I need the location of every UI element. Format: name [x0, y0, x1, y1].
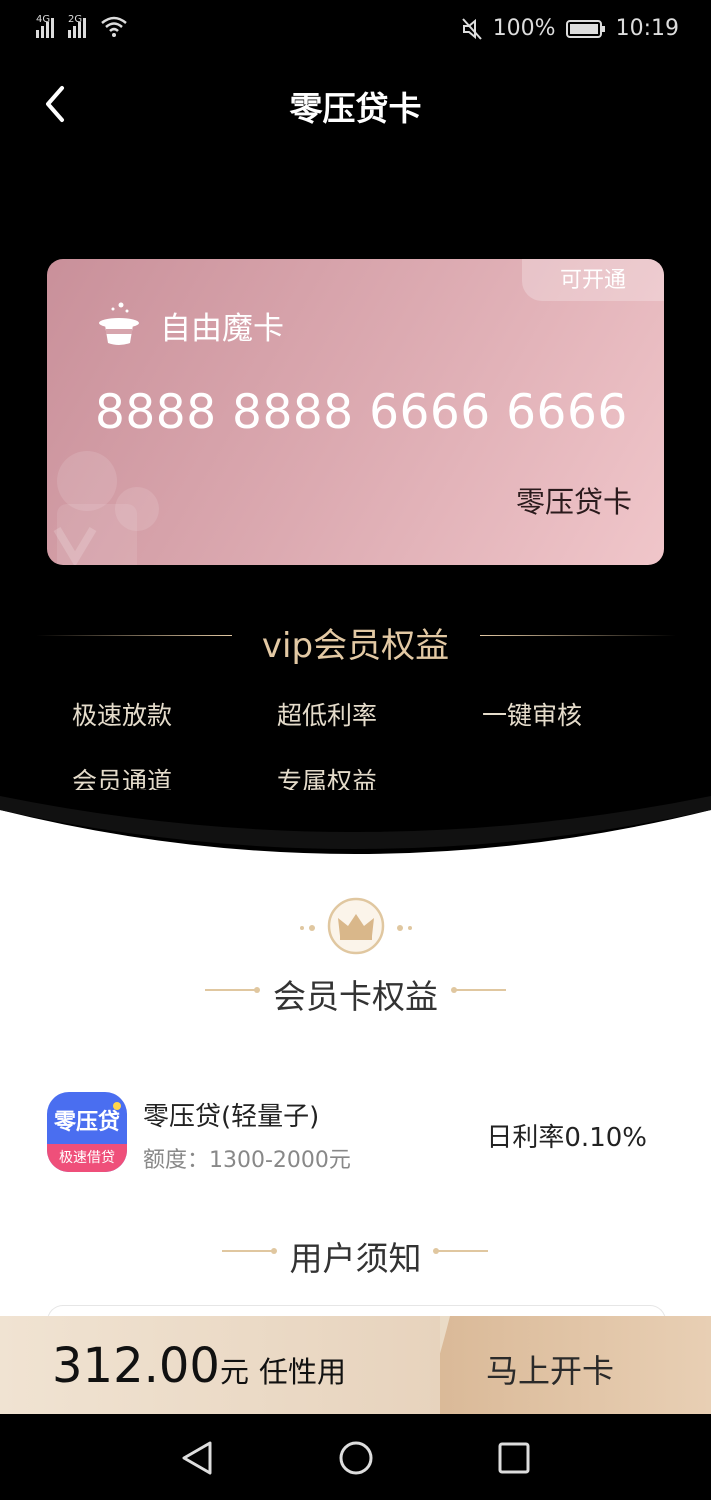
- user-notice-title: 用户须知: [289, 1239, 422, 1278]
- wifi-icon: [101, 16, 127, 37]
- member-benefits-title: 会员卡权益: [273, 977, 438, 1016]
- product-limit: 额度：1300-2000元: [143, 1148, 351, 1173]
- benefit-item: 超低利率: [277, 701, 378, 730]
- nav-home-icon[interactable]: [338, 1440, 374, 1476]
- card-number: 8888 8888 6666 6666: [95, 385, 628, 440]
- signal-4g-icon: 4G: [36, 14, 54, 38]
- benefit-item: 一键审核: [482, 701, 583, 730]
- membership-card[interactable]: 可开通 自由魔卡 8888 8888 6666 6666 零压贷卡: [47, 259, 664, 565]
- mute-icon: [461, 17, 482, 40]
- product-rate: 日利率0.10%: [486, 1123, 647, 1153]
- logo-subtext: 极速借贷: [47, 1144, 127, 1172]
- network-type-label: 2G: [68, 14, 83, 25]
- price-note: 任性用: [258, 1355, 346, 1389]
- battery-icon: [565, 19, 605, 38]
- magic-hat-icon: [99, 302, 139, 345]
- system-nav-bar: [0, 1414, 711, 1500]
- app-logo: 零压贷 极速借贷: [47, 1092, 127, 1172]
- status-bar: 4G 2G 100% 10:19: [0, 0, 711, 60]
- card-brand: 零压贷卡: [515, 485, 632, 519]
- card-watermark-icon: [53, 451, 159, 565]
- card-status-badge: 可开通: [522, 259, 664, 301]
- price-unit: 元: [219, 1355, 249, 1389]
- open-card-button[interactable]: 马上开卡: [460, 1346, 640, 1392]
- crown-icon: [300, 897, 412, 955]
- page-title: 零压贷卡: [289, 89, 422, 128]
- card-name: 自由魔卡: [160, 311, 284, 347]
- price: 312.00元 任性用: [52, 1338, 346, 1394]
- nav-recents-icon[interactable]: [497, 1441, 531, 1475]
- nav-back-icon[interactable]: [180, 1440, 214, 1476]
- status-right: 100% 10:19: [461, 16, 679, 41]
- logo-dot-icon: [113, 1102, 121, 1110]
- vip-benefits-title: vip会员权益: [261, 626, 450, 666]
- curve-divider: [0, 790, 711, 854]
- signal-2g-icon: 2G: [68, 14, 86, 38]
- benefit-item: 极速放款: [72, 701, 173, 730]
- price-value: 312.00: [52, 1338, 220, 1394]
- product-name: 零压贷(轻量子): [143, 1102, 320, 1132]
- signal-group: 4G 2G: [36, 14, 128, 38]
- battery-percent: 100%: [492, 16, 556, 41]
- network-type-label: 4G: [36, 14, 51, 25]
- clock: 10:19: [615, 16, 679, 41]
